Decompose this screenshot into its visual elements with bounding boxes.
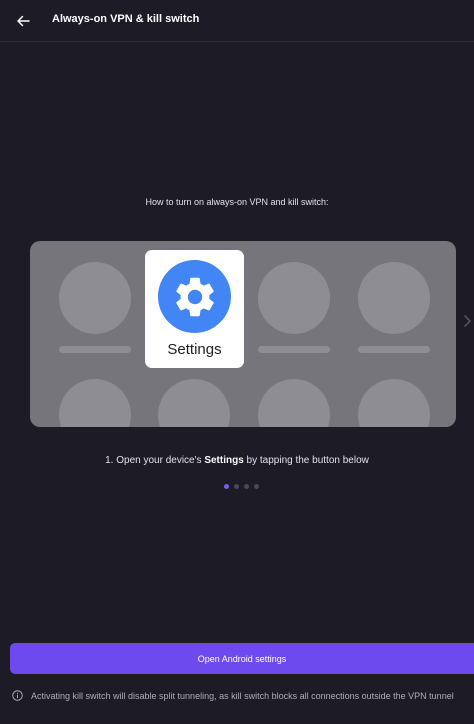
placeholder-app-label: [358, 346, 430, 353]
screen: Always-on VPN & kill switch How to turn …: [0, 0, 474, 724]
placeholder-app: [258, 379, 330, 427]
placeholder-app-icon: [358, 379, 430, 427]
placeholder-app: [358, 379, 430, 427]
placeholder-app-icon: [158, 379, 230, 427]
placeholder-app-icon: [358, 262, 430, 334]
step-instruction: 1. Open your device's Settings by tappin…: [0, 455, 474, 466]
placeholder-app: [59, 262, 131, 353]
step-text-suffix: by tapping the button below: [243, 455, 369, 466]
pager-dots: [224, 484, 259, 489]
placeholder-app-icon: [258, 262, 330, 334]
step-text-prefix: 1. Open your device's: [105, 455, 205, 466]
chevron-right-icon: [464, 315, 471, 327]
pager-dot: [234, 484, 239, 489]
pager-dot: [244, 484, 249, 489]
placeholder-app-label: [59, 346, 131, 353]
placeholder-app-icon: [59, 379, 131, 427]
instructions-heading: How to turn on always-on VPN and kill sw…: [145, 197, 329, 207]
placeholder-app-label: [258, 346, 330, 353]
pager-dot: [224, 484, 229, 489]
page-title: Always-on VPN & kill switch: [52, 13, 200, 25]
settings-app-label: Settings: [167, 341, 222, 358]
placeholder-app: [59, 379, 131, 427]
step-text-bold: Settings: [204, 455, 244, 466]
placeholder-app-icon: [258, 379, 330, 427]
open-android-settings-button[interactable]: Open Android settings: [10, 643, 474, 674]
back-button[interactable]: [10, 8, 36, 34]
pager-dot: [254, 484, 259, 489]
carousel-next-button[interactable]: [462, 313, 472, 329]
placeholder-app: [358, 262, 430, 353]
kill-switch-note-text: Activating kill switch will disable spli…: [31, 691, 454, 701]
settings-app-icon: [158, 260, 231, 333]
settings-app-tile: Settings: [145, 250, 244, 368]
placeholder-app-icon: [59, 262, 131, 334]
placeholder-app: [258, 262, 330, 353]
app-bar: Always-on VPN & kill switch: [0, 0, 474, 42]
placeholder-app: [158, 379, 230, 427]
gear-icon: [175, 277, 214, 316]
arrow-left-icon: [17, 15, 30, 27]
info-icon: [12, 690, 23, 701]
